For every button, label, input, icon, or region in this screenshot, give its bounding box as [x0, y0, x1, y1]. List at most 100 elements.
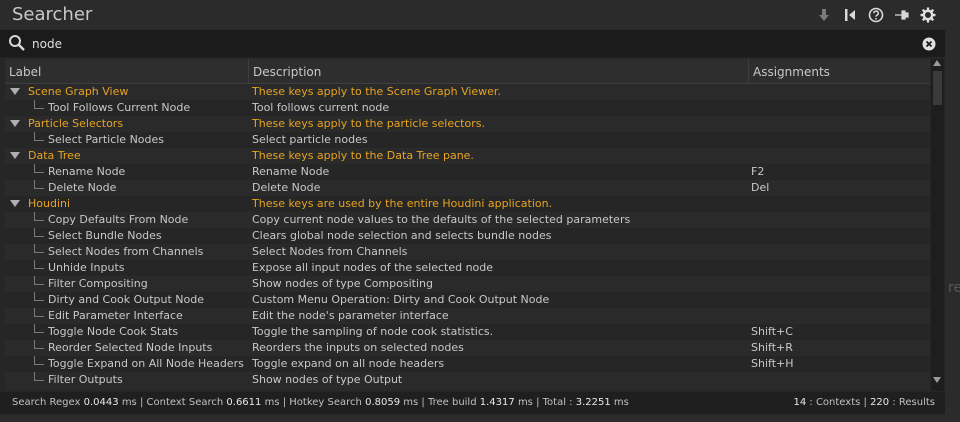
context-row[interactable]: Scene Graph View These keys apply to the …	[5, 84, 930, 100]
context-row[interactable]: Particle Selectors These keys apply to th…	[5, 116, 930, 132]
search-bar	[0, 30, 945, 57]
table-row[interactable]: Filter Compositing Show nodes of type Com…	[5, 276, 930, 292]
row-assignment: Shift+C	[751, 325, 793, 338]
scroll-thumb[interactable]	[933, 71, 942, 105]
total-label: Total :	[542, 397, 573, 408]
row-assignment	[747, 260, 930, 276]
pin-icon[interactable]	[893, 6, 911, 24]
table-row[interactable]: Filter Outputs Show nodes of type Output	[5, 372, 930, 388]
search-input[interactable]	[32, 34, 912, 54]
table-row[interactable]: Tool Follows Current Node Tool follows cu…	[5, 100, 930, 116]
row-description: Edit the node's parameter interface	[252, 309, 449, 322]
row-label-text: Dirty and Cook Output Node	[48, 293, 204, 306]
table-row[interactable]: Rename Node Rename Node F2	[5, 164, 930, 180]
row-description: Expose all input nodes of the selected n…	[252, 261, 494, 274]
row-label: Scene Graph View	[5, 84, 248, 100]
row-label: Filter Compositing	[5, 276, 248, 292]
expand-triangle-icon[interactable]	[10, 152, 20, 159]
table-row[interactable]: Delete Node Delete Node Del	[5, 180, 930, 196]
row-label: Tool Follows Current Node	[5, 100, 248, 116]
row-assignment	[747, 132, 930, 148]
tree-branch-icon	[34, 324, 44, 333]
row-assignment	[747, 372, 930, 388]
row-assignment	[747, 244, 930, 260]
search-icon	[8, 34, 26, 52]
tree-branch-icon	[34, 228, 44, 237]
row-label: Select Nodes from Channels	[5, 244, 248, 260]
tree-branch-icon	[34, 276, 44, 285]
row-description: Tool follows current node	[252, 101, 390, 114]
row-label: Unhide Inputs	[5, 260, 248, 276]
row-description: Toggle the sampling of node cook statist…	[252, 325, 494, 338]
table-row[interactable]: Select Bundle Nodes Clears global node se…	[5, 228, 930, 244]
row-assignment	[747, 212, 930, 228]
row-description: Show nodes of type Output	[252, 373, 403, 386]
column-header-description[interactable]: Description	[249, 59, 749, 83]
status-bar: Search Regex 0.0443 ms | Context Search …	[0, 392, 945, 414]
table-row[interactable]: Unhide Inputs Expose all input nodes of t…	[5, 260, 930, 276]
scroll-down-arrow-icon[interactable]	[933, 377, 941, 383]
table-row[interactable]: Select Nodes from Channels Select Nodes f…	[5, 244, 930, 260]
row-label-text: Tool Follows Current Node	[48, 101, 191, 114]
tree-branch-icon	[34, 260, 44, 269]
row-label: Select Bundle Nodes	[5, 228, 248, 244]
row-label: Reorder Selected Node Inputs	[5, 340, 248, 356]
row-description: Custom Menu Operation: Dirty and Cook Ou…	[252, 293, 550, 306]
row-description: Show nodes of type Compositing	[252, 277, 433, 290]
context-row[interactable]: Houdini These keys are used by the entire…	[5, 196, 930, 212]
row-description: These keys apply to the particle selecto…	[252, 117, 485, 130]
download-icon[interactable]	[815, 6, 833, 24]
row-description: Clears global node selection and selects…	[252, 229, 552, 242]
gear-icon[interactable]	[919, 6, 937, 24]
row-label-text: Delete Node	[48, 181, 117, 194]
row-assignment	[747, 308, 930, 324]
context-row[interactable]: Data Tree These keys apply to the Data Tr…	[5, 148, 930, 164]
row-assignment	[747, 116, 930, 132]
row-description: These keys apply to the Data Tree pane.	[252, 149, 474, 162]
row-label-text: Copy Defaults From Node	[48, 213, 189, 226]
row-description: Rename Node	[252, 165, 330, 178]
row-assignment: Del	[751, 181, 770, 194]
help-icon[interactable]	[867, 6, 885, 24]
context-value: 0.6611	[226, 397, 262, 408]
row-label: Houdini	[5, 196, 248, 212]
column-header-label[interactable]: Label	[5, 59, 249, 83]
row-assignment	[747, 148, 930, 164]
row-description: Copy current node values to the defaults…	[252, 213, 631, 226]
bottom-edge	[0, 414, 945, 422]
expand-triangle-icon[interactable]	[10, 88, 20, 95]
row-assignment	[747, 228, 930, 244]
expand-triangle-icon[interactable]	[10, 200, 20, 207]
row-label-text: Houdini	[28, 197, 71, 210]
column-header-assignments[interactable]: Assignments	[749, 59, 930, 83]
hotkey-label: Hotkey Search	[289, 397, 362, 408]
unit: ms	[403, 397, 419, 408]
pin-toggle-icon[interactable]	[841, 6, 859, 24]
tree-branch-icon	[34, 308, 44, 317]
row-label-text: Data Tree	[28, 149, 81, 162]
table-row[interactable]: Reorder Selected Node Inputs Reorders the…	[5, 340, 930, 356]
tree-branch-icon	[34, 356, 44, 365]
row-label: Select Particle Nodes	[5, 132, 248, 148]
row-label-text: Scene Graph View	[28, 85, 129, 98]
scroll-up-arrow-icon[interactable]	[933, 60, 941, 66]
table-row[interactable]: Copy Defaults From Node Copy current node…	[5, 212, 930, 228]
row-label: Rename Node	[5, 164, 248, 180]
row-label-text: Unhide Inputs	[48, 261, 125, 274]
row-description: Select particle nodes	[252, 133, 368, 146]
table-row[interactable]: Select Particle Nodes Select particle nod…	[5, 132, 930, 148]
table-row[interactable]: Edit Parameter Interface Edit the node's …	[5, 308, 930, 324]
row-label-text: Rename Node	[48, 165, 126, 178]
table-row[interactable]: Toggle Node Cook Stats Toggle the samplin…	[5, 324, 930, 340]
vertical-scrollbar[interactable]	[931, 59, 944, 391]
context-label: Context Search	[146, 397, 224, 408]
unit: ms	[121, 397, 137, 408]
row-label: Dirty and Cook Output Node	[5, 292, 248, 308]
row-label-text: Select Nodes from Channels	[48, 245, 204, 258]
expand-triangle-icon[interactable]	[10, 120, 20, 127]
table-row[interactable]: Dirty and Cook Output Node Custom Menu Op…	[5, 292, 930, 308]
clear-search-icon[interactable]	[922, 36, 936, 51]
table-row[interactable]: Toggle Expand on All Node Headers Toggle …	[5, 356, 930, 372]
total-value: 3.2251	[575, 397, 611, 408]
regex-label: Search Regex	[12, 397, 81, 408]
